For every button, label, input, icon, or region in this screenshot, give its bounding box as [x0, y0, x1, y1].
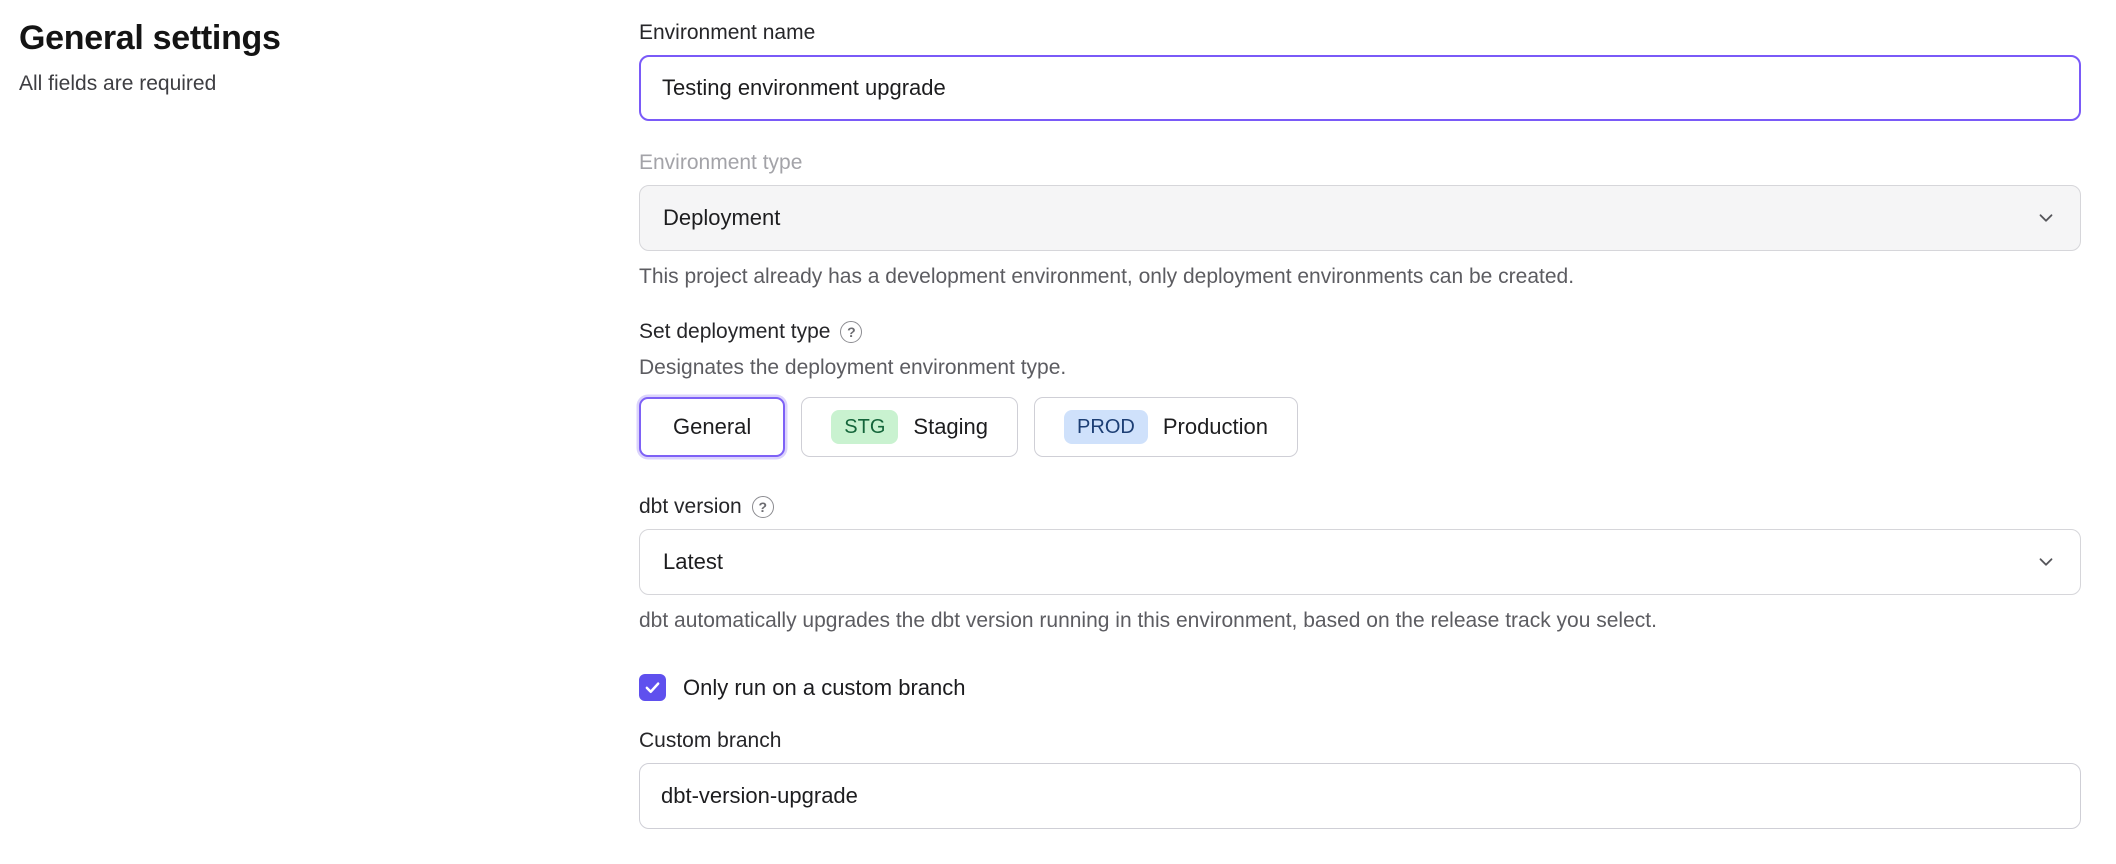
environment-type-field: Environment type Deployment This project… — [639, 149, 2081, 290]
deployment-type-production-button[interactable]: PROD Production — [1034, 397, 1298, 457]
custom-branch-input[interactable] — [639, 763, 2081, 829]
dbt-version-label-row: dbt version ? — [639, 493, 2081, 520]
dbt-version-field: dbt version ? Latest dbt automatically u… — [639, 493, 2081, 634]
dbt-version-help-text: dbt automatically upgrades the dbt versi… — [639, 607, 2081, 634]
deployment-type-description: Designates the deployment environment ty… — [639, 354, 2081, 381]
custom-branch-field: Custom branch — [639, 727, 2081, 829]
dbt-version-select[interactable]: Latest — [639, 529, 2081, 595]
dbt-version-label: dbt version — [639, 493, 742, 520]
page-subtitle: All fields are required — [19, 72, 639, 96]
staging-badge: STG — [831, 410, 898, 444]
deployment-type-general-button[interactable]: General — [639, 397, 785, 457]
check-icon — [644, 679, 661, 696]
production-badge: PROD — [1064, 410, 1148, 444]
deployment-type-general-label: General — [673, 414, 751, 440]
environment-type-select[interactable]: Deployment — [639, 185, 2081, 251]
settings-header: General settings All fields are required — [19, 19, 639, 864]
chevron-down-icon — [2035, 207, 2057, 229]
environment-settings-page: General settings All fields are required… — [0, 0, 2116, 864]
deployment-type-staging-label: Staging — [913, 414, 988, 440]
environment-settings-form: Environment name Environment type Deploy… — [639, 19, 2081, 864]
deployment-type-staging-button[interactable]: STG Staging — [801, 397, 1018, 457]
deployment-type-options: General STG Staging PROD Production — [639, 397, 2081, 457]
chevron-down-icon — [2035, 551, 2057, 573]
dbt-version-selected-value: Latest — [663, 549, 723, 575]
help-icon[interactable]: ? — [752, 496, 774, 518]
custom-branch-checkbox-label[interactable]: Only run on a custom branch — [683, 675, 965, 701]
custom-branch-checkbox-row: Only run on a custom branch — [639, 674, 2081, 701]
custom-branch-label: Custom branch — [639, 727, 2081, 754]
deployment-type-production-label: Production — [1163, 414, 1268, 440]
environment-type-label: Environment type — [639, 149, 2081, 176]
environment-name-input[interactable] — [639, 55, 2081, 121]
deployment-type-label-row: Set deployment type ? — [639, 318, 2081, 345]
help-icon[interactable]: ? — [840, 321, 862, 343]
page-title: General settings — [19, 19, 639, 58]
environment-name-label: Environment name — [639, 19, 2081, 46]
environment-type-selected-value: Deployment — [663, 205, 780, 231]
deployment-type-label: Set deployment type — [639, 318, 830, 345]
environment-name-field: Environment name — [639, 19, 2081, 121]
deployment-type-field: Set deployment type ? Designates the dep… — [639, 318, 2081, 457]
custom-branch-checkbox[interactable] — [639, 674, 666, 701]
environment-type-help-text: This project already has a development e… — [639, 263, 2081, 290]
